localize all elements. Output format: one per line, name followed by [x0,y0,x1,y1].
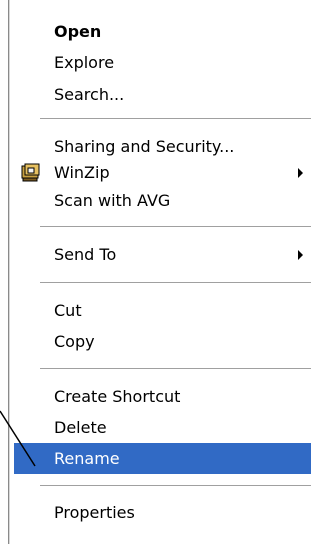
menu-item-label: Create Shortcut [54,387,181,406]
menu-item-open[interactable]: Open [14,16,311,47]
menu-item-label: Copy [54,332,95,351]
menu-item-label: Properties [54,503,135,522]
menu-separator [40,118,311,120]
menu-item-create-shortcut[interactable]: Create Shortcut [14,381,311,412]
menu-item-scan-with-avg[interactable]: Scan with AVG [14,185,311,216]
menu-item-label: WinZip [54,163,110,182]
menu-left-border-highlight [9,0,10,544]
menu-item-label: Send To [54,245,117,264]
menu-item-delete[interactable]: Delete [14,412,311,443]
menu-item-label: Search... [54,85,125,104]
submenu-arrow-icon [298,250,303,260]
menu-item-copy[interactable]: Copy [14,326,311,357]
menu-separator [40,282,311,284]
context-menu: Open Explore Search... Sharing and Secur… [0,0,311,544]
submenu-arrow-icon [298,168,303,178]
menu-separator [40,485,311,487]
menu-item-label: Open [54,22,102,41]
menu-item-send-to[interactable]: Send To [14,239,311,270]
menu-item-label: Cut [54,301,82,320]
menu-item-label: Rename [54,449,120,468]
menu-item-explore[interactable]: Explore [14,47,311,78]
menu-item-label: Delete [54,418,107,437]
menu-item-properties[interactable]: Properties [14,497,311,528]
menu-item-label: Sharing and Security... [54,137,235,156]
menu-item-rename[interactable]: Rename [14,443,311,474]
menu-separator [40,226,311,228]
menu-item-cut[interactable]: Cut [14,295,311,326]
menu-item-winzip[interactable]: WinZip [14,157,311,188]
menu-item-label: Scan with AVG [54,191,171,210]
menu-separator [40,368,311,370]
winzip-icon [21,163,40,182]
menu-item-search[interactable]: Search... [14,79,311,110]
menu-item-label: Explore [54,53,115,72]
